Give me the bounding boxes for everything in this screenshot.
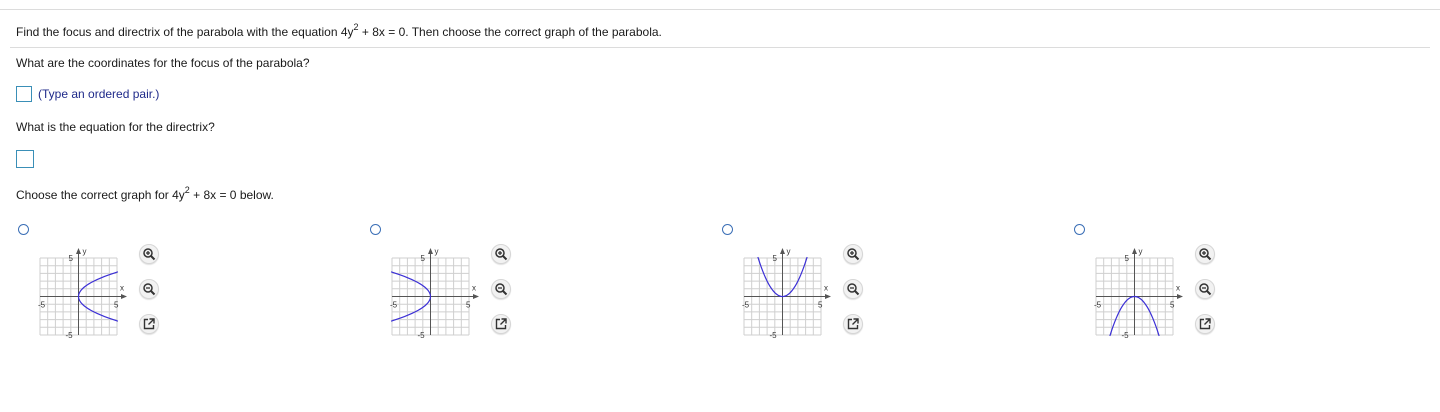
option-3-graph-svg: yx5-5-5 5 <box>742 247 831 340</box>
option-1-zoom-in-button[interactable] <box>139 244 159 264</box>
axis-y-label: y <box>435 247 439 256</box>
question-text: Find the focus and directrix of the para… <box>16 22 662 40</box>
tick-y-pos-label: 5 <box>773 254 778 263</box>
popout-icon <box>1199 318 1211 330</box>
axis-x-label: x <box>1176 284 1180 293</box>
tick-x-pos-label: 5 <box>466 301 471 310</box>
option-2-zoom-out-button[interactable] <box>491 279 511 299</box>
top-divider <box>0 9 1440 10</box>
tick-x-neg-label: -5 <box>38 301 46 310</box>
directrix-prompt: What is the equation for the directrix? <box>16 120 215 134</box>
tick-y-pos-label: 5 <box>421 254 426 263</box>
option-2-popout-button[interactable] <box>491 314 511 334</box>
option-4-radio[interactable] <box>1074 224 1085 235</box>
option-2-graph: y x 5 -5 -5 5 <box>382 240 482 340</box>
zoom-in-icon <box>1199 248 1212 261</box>
tick-x-pos-label: 5 <box>114 301 119 310</box>
zoom-out-icon <box>1199 283 1212 296</box>
focus-prompt: What are the coordinates for the focus o… <box>16 56 310 70</box>
option-4-graph: y x 5 -5 -5 5 <box>1086 240 1186 340</box>
option-3-zoom-out-button[interactable] <box>843 279 863 299</box>
zoom-out-icon <box>847 283 860 296</box>
tick-x-pos-label: 5 <box>1170 301 1175 310</box>
zoom-in-icon <box>847 248 860 261</box>
option-2-radio[interactable] <box>370 224 381 235</box>
option-4-popout-button[interactable] <box>1195 314 1215 334</box>
option-1-graph: y x 5 -5 -5 5 <box>30 240 130 340</box>
option-4-zoom-out-button[interactable] <box>1195 279 1215 299</box>
option-3-graph: y x 5 -5 -5 5 <box>734 240 834 340</box>
popout-icon <box>847 318 859 330</box>
option-4-zoom-in-button[interactable] <box>1195 244 1215 264</box>
tick-x-neg-label: -5 <box>390 301 398 310</box>
popout-icon <box>143 318 155 330</box>
graph-prompt: Choose the correct graph for 4y2 + 8x = … <box>16 185 274 203</box>
zoom-in-icon <box>495 248 508 261</box>
option-1-graph-svg: yx5-5-5 5 <box>38 247 127 340</box>
tick-y-neg-label: -5 <box>770 331 778 340</box>
zoom-out-icon <box>143 283 156 296</box>
option-1-radio[interactable] <box>18 224 29 235</box>
option-4-graph-svg: yx5-5-5 5 <box>1094 247 1183 340</box>
zoom-in-icon <box>143 248 156 261</box>
axis-y-label: y <box>1139 247 1143 256</box>
question-divider <box>10 47 1430 48</box>
focus-hint: (Type an ordered pair.) <box>38 87 160 101</box>
tick-x-neg-label: -5 <box>742 301 750 310</box>
directrix-answer-input[interactable] <box>16 150 34 168</box>
axis-y-label: y <box>787 247 791 256</box>
option-1-popout-button[interactable] <box>139 314 159 334</box>
tick-x-pos-label: 5 <box>818 301 823 310</box>
option-3-radio[interactable] <box>722 224 733 235</box>
tick-y-neg-label: -5 <box>66 331 74 340</box>
axis-x-label: x <box>472 284 476 293</box>
focus-answer-input[interactable] <box>16 86 32 102</box>
tick-y-neg-label: -5 <box>1122 331 1130 340</box>
tick-x-neg-label: -5 <box>1094 301 1102 310</box>
axis-x-label: x <box>824 284 828 293</box>
option-3-popout-button[interactable] <box>843 314 863 334</box>
tick-y-pos-label: 5 <box>1125 254 1130 263</box>
popout-icon <box>495 318 507 330</box>
option-2-graph-svg: yx5-5-5 5 <box>390 247 479 340</box>
axis-y-label: y <box>83 247 87 256</box>
tick-y-pos-label: 5 <box>69 254 74 263</box>
option-2-zoom-in-button[interactable] <box>491 244 511 264</box>
option-3-zoom-in-button[interactable] <box>843 244 863 264</box>
axis-x-label: x <box>120 284 124 293</box>
zoom-out-icon <box>495 283 508 296</box>
option-1-zoom-out-button[interactable] <box>139 279 159 299</box>
tick-y-neg-label: -5 <box>418 331 426 340</box>
